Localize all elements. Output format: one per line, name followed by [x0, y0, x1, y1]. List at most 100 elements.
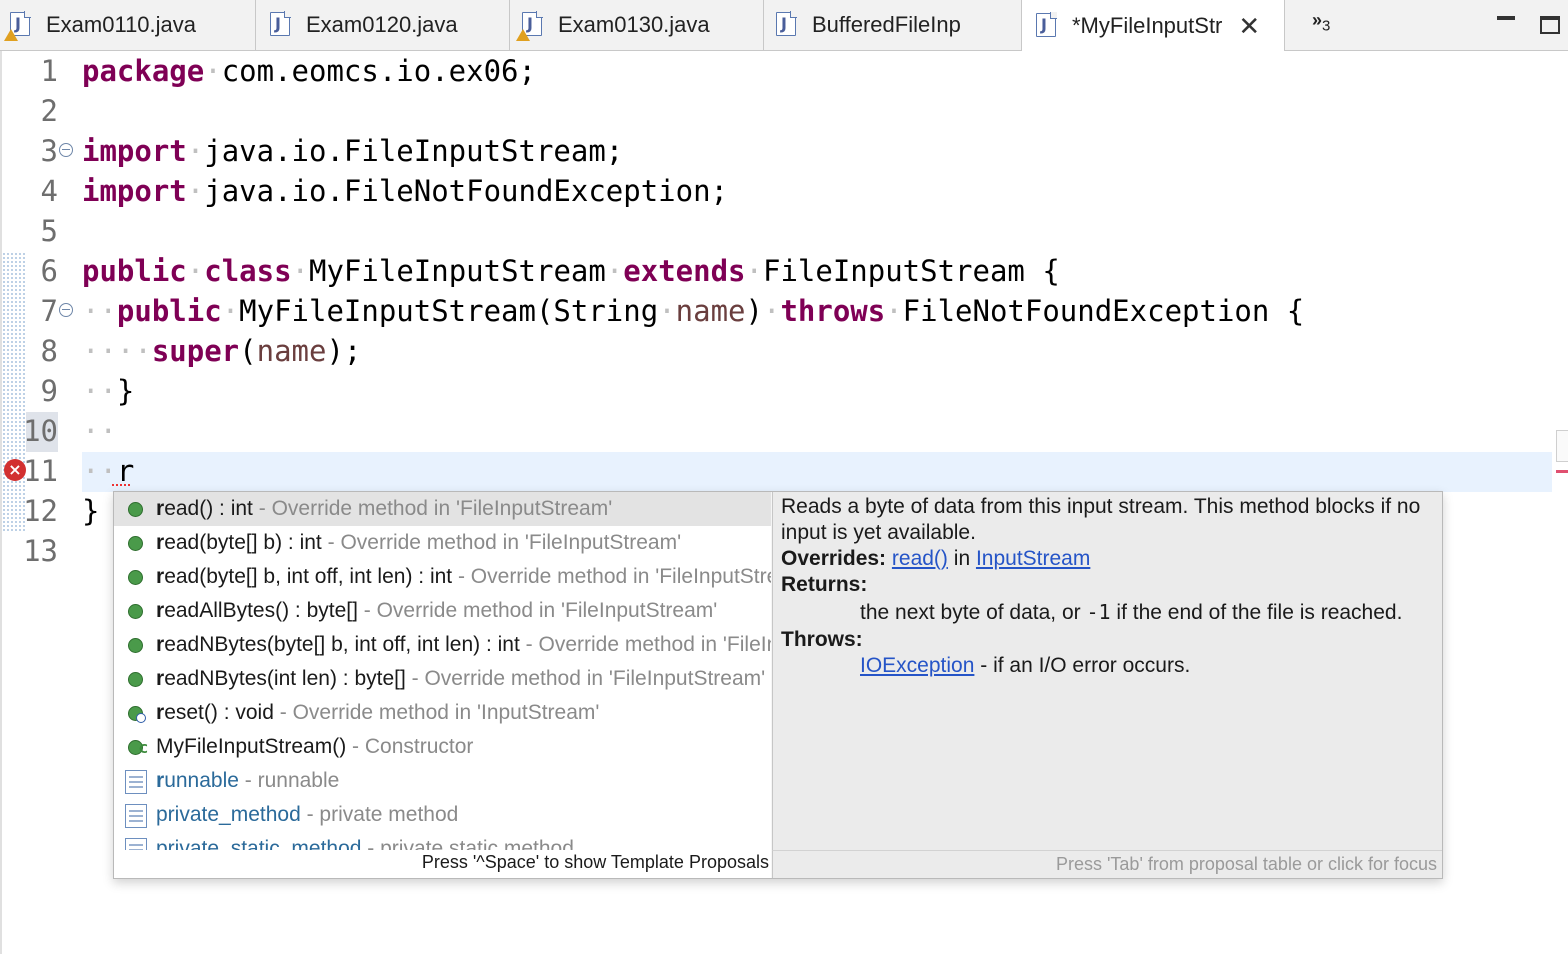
fold-collapse-icon[interactable] [59, 303, 73, 317]
proposal-label: read() : int - Override method in 'FileI… [156, 492, 612, 526]
proposal-description: - Override method in 'FileInputStream' [321, 531, 682, 554]
java-file-warning-icon: J [4, 11, 32, 41]
overrides-method-link[interactable]: read() [892, 547, 948, 570]
proposal-name: eset() : void [164, 701, 274, 724]
proposal-description: - runnable [238, 769, 340, 792]
proposal-match: r [156, 599, 165, 622]
returns-pre: the next byte of data, or [860, 601, 1087, 624]
line-number: 5 [40, 214, 58, 248]
proposal-description: - Override method in 'FileInputStream' [525, 633, 771, 656]
constructor-signature: MyFileInputStream(String [239, 294, 659, 328]
returns-label: Returns: [781, 573, 868, 596]
code-text: } [82, 491, 99, 531]
package-name: com.eomcs.io.ex06; [221, 54, 536, 88]
proposal-name: eadNBytes(int len) : byte[] [164, 667, 406, 690]
tab-myfileinputstream[interactable]: J *MyFileInputStr ✕ [1021, 0, 1285, 51]
throws-desc: - if an I/O error occurs. [974, 654, 1191, 677]
proposal-description: - Override method in 'FileInputStream' [457, 565, 771, 588]
paren-close: ); [326, 334, 362, 368]
constructor-icon [128, 732, 148, 764]
proposal-item[interactable]: readNBytes(int len) : byte[] - Override … [114, 662, 771, 696]
proposal-item[interactable]: read(byte[] b) : int - Override method i… [114, 526, 771, 560]
proposal-item[interactable]: readNBytes(byte[] b, int off, int len) :… [114, 628, 771, 662]
proposal-name: ead() : int [164, 497, 253, 520]
tab-exam0110[interactable]: J Exam0110.java [0, 0, 256, 50]
proposal-match: r [156, 497, 165, 520]
code-line-current: 11 ··r [0, 451, 1568, 491]
keyword: import [82, 134, 187, 168]
proposal-item[interactable]: private_method - private method [114, 798, 771, 832]
code-text: ·· [82, 414, 117, 448]
proposal-label: private_static_method - private static m… [156, 832, 574, 850]
keyword: public [116, 294, 222, 328]
throws-text: IOException - if an I/O error occurs. [781, 653, 1431, 679]
ioexception-link[interactable]: IOException [860, 654, 974, 677]
proposal-item[interactable]: readAllBytes() : byte[] - Override metho… [114, 594, 771, 628]
template-icon [125, 838, 147, 850]
java-file-icon: J [270, 11, 292, 38]
editor-tab-bar: J Exam0110.java J Exam0120.java J Exam01… [0, 0, 1568, 51]
proposal-match: r [156, 633, 165, 656]
proposal-match: r [156, 769, 165, 792]
proposal-label: private_method - private method [156, 798, 458, 832]
tab-overflow-button[interactable]: »3 [1312, 10, 1330, 35]
overflow-count: 3 [1322, 17, 1331, 35]
close-icon[interactable]: ✕ [1238, 13, 1260, 39]
tab-label: BufferedFileInp [812, 12, 961, 37]
code-line: 10 ·· [0, 411, 1568, 451]
minimize-icon[interactable] [1497, 16, 1515, 20]
overrides-class-link[interactable]: InputStream [976, 547, 1090, 570]
returns-text: the next byte of data, or -1 if the end … [781, 598, 1431, 627]
javadoc-content: Reads a byte of data from this input str… [781, 494, 1431, 679]
proposal-list[interactable]: read() : int - Override method in 'FileI… [114, 492, 771, 850]
code-line: 8 ····super(name); [0, 331, 1568, 371]
code-text: ····super(name); [82, 334, 362, 368]
tab-label: Exam0130.java [558, 12, 710, 37]
overview-ruler-marker[interactable] [1556, 430, 1568, 462]
line-number: 9 [40, 374, 58, 408]
proposal-item[interactable]: read() : int - Override method in 'FileI… [114, 492, 771, 526]
parameter-name: name [256, 334, 327, 368]
line-number: 13 [23, 534, 58, 568]
proposal-item[interactable]: runnable - runnable [114, 764, 771, 798]
proposal-status-bar: Press '^Space' to show Template Proposal… [114, 850, 771, 878]
line-number: 4 [40, 174, 58, 208]
tab-label: Exam0110.java [46, 12, 197, 37]
line-number: 10 [23, 414, 58, 448]
proposal-description: - Override method in 'InputStream' [273, 701, 600, 724]
overview-ruler-error-marker[interactable] [1556, 470, 1568, 473]
template-icon [125, 770, 147, 794]
closing-brace: } [116, 374, 135, 408]
keyword: super [151, 334, 240, 368]
javadoc-panel[interactable]: Reads a byte of data from this input str… [772, 492, 1442, 850]
code-line: 1 package·com.eomcs.io.ex06; [0, 51, 1568, 91]
proposal-item[interactable]: private_static_method - private static m… [114, 832, 771, 850]
method-icon [128, 638, 143, 653]
tab-exam0120[interactable]: J Exam0120.java [256, 0, 510, 50]
keyword: extends [623, 254, 746, 288]
tab-bufferedfileinputstream[interactable]: J BufferedFileInp [764, 0, 1022, 50]
proposal-label: readNBytes(byte[] b, int off, int len) :… [156, 628, 771, 662]
proposal-item[interactable]: read(byte[] b, int off, int len) : int -… [114, 560, 771, 594]
proposal-label: read(byte[] b) : int - Override method i… [156, 526, 681, 560]
line-number: 1 [40, 54, 58, 88]
proposal-label: readNBytes(int len) : byte[] - Override … [156, 662, 765, 696]
proposal-match: r [156, 667, 165, 690]
template-icon [125, 804, 147, 828]
error-icon[interactable]: × [4, 459, 26, 481]
maximize-icon[interactable] [1540, 16, 1560, 34]
method-icon [128, 672, 143, 687]
keyword: import [82, 174, 187, 208]
proposal-item[interactable]: reset() : void - Override method in 'Inp… [114, 696, 771, 730]
code-line: 9 ··} [0, 371, 1568, 411]
method-icon [128, 604, 143, 619]
keyword: package [82, 54, 205, 88]
keyword: throws [780, 294, 886, 328]
tab-exam0130[interactable]: J Exam0130.java [510, 0, 764, 50]
fold-collapse-icon[interactable] [59, 143, 73, 157]
code-text: ··} [82, 374, 135, 408]
proposal-item[interactable]: MyFileInputStream() - Constructor [114, 730, 771, 764]
proposal-label: read(byte[] b, int off, int len) : int -… [156, 560, 771, 594]
java-file-icon: J [776, 11, 798, 38]
code-line: 5 [0, 211, 1568, 251]
